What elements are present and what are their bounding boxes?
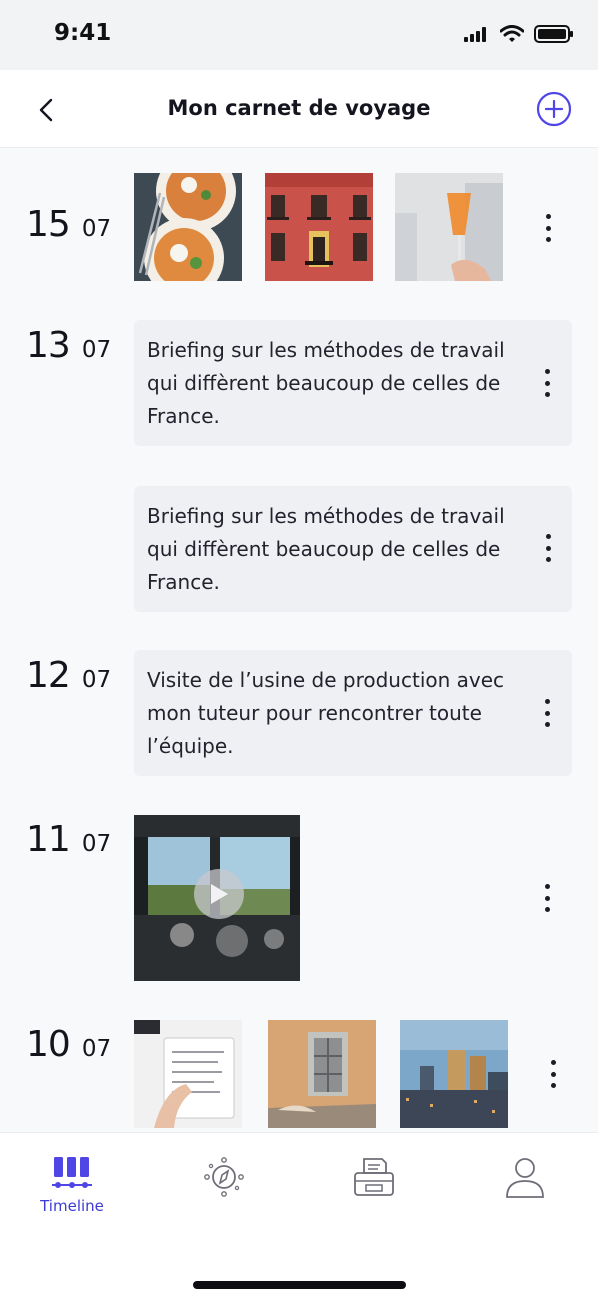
pasta-photo[interactable] [134,173,242,281]
entry-menu-button[interactable] [537,880,557,916]
note-text: Visite de l’usine de production avec mon… [147,668,505,758]
entry-menu-button[interactable] [537,695,557,731]
entry-date: 15 07 [26,204,111,245]
entry-month: 07 [81,1036,112,1062]
tab-timeline[interactable]: Timeline [22,1155,122,1215]
spritz-cocktail-photo[interactable] [395,173,503,281]
plus-circle-icon [536,91,572,127]
window-wall-photo[interactable] [268,1020,376,1128]
status-icons [464,24,574,44]
play-button[interactable] [194,869,244,919]
entry-date: 12 07 [26,655,111,696]
signal-icon [464,27,486,42]
note-text: Briefing sur les méthodes de travail qui… [147,504,505,594]
building-facade-photo[interactable] [265,173,373,281]
entry-month: 07 [81,337,112,363]
entry-month: 07 [81,216,112,242]
tab-print[interactable] [324,1155,424,1199]
play-icon [211,884,228,904]
home-indicator [193,1281,406,1289]
notebook-writing-photo[interactable] [134,1020,242,1128]
entry-day: 15 [26,204,71,245]
train-cab-video[interactable] [134,815,300,981]
entry-day: 13 [26,325,71,366]
entry-day: 10 [26,1024,71,1065]
entry-menu-button[interactable] [543,1056,563,1092]
entry-menu-button[interactable] [538,210,558,246]
status-time: 9:41 [54,20,112,46]
add-entry-button[interactable] [536,91,572,127]
tab-profile[interactable] [475,1155,575,1199]
page-title: Mon carnet de voyage [167,96,431,120]
entry-menu-button[interactable] [538,530,558,566]
timeline-icon [52,1157,92,1188]
profile-icon [506,1158,544,1198]
status-bar: 9:41 [0,0,598,70]
entry-date: 11 07 [26,819,111,860]
entry-day: 12 [26,655,71,696]
timeline-list: 15 07 13 07 Briefing sur les méthodes de… [0,148,598,1132]
entry-menu-button[interactable] [537,365,557,401]
note-card[interactable]: Briefing sur les méthodes de travail qui… [134,486,572,612]
entry-month: 07 [81,667,112,693]
wifi-icon [500,25,524,42]
compass-icon [204,1157,244,1197]
note-card[interactable]: Visite de l’usine de production avec mon… [134,650,572,776]
entry-day: 11 [26,819,71,860]
note-card[interactable]: Briefing sur les méthodes de travail qui… [134,320,572,446]
tab-explore[interactable] [174,1155,274,1199]
note-text: Briefing sur les méthodes de travail qui… [147,338,505,428]
tab-bar: Timeline [0,1132,598,1300]
entry-month: 07 [81,831,112,857]
city-skyline-photo[interactable] [400,1020,508,1128]
tab-timeline-label: Timeline [40,1197,104,1215]
printer-icon [354,1158,394,1196]
entry-date: 13 07 [26,325,111,366]
entry-date: 10 07 [26,1024,111,1065]
navbar: Mon carnet de voyage [0,70,598,148]
battery-icon [534,25,573,43]
